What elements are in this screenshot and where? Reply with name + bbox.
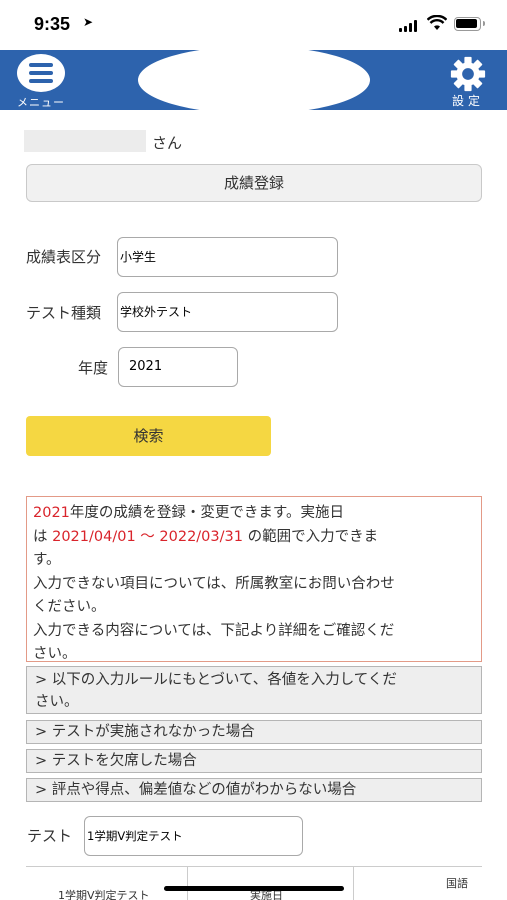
wifi-icon xyxy=(427,15,447,30)
status-bar: 9:35 ➤ xyxy=(0,0,507,48)
table-col-subject: 国語 xyxy=(353,867,482,900)
page-title: 成績登録 xyxy=(26,164,482,202)
menu-button[interactable]: メニュー xyxy=(12,54,70,110)
notice-line: 入力できる内容については、下記より詳細をご確認くだ xyxy=(33,622,395,639)
notice-line: す。 xyxy=(33,552,61,568)
table-row-header: 1学期V判定テスト xyxy=(58,889,150,900)
test-select[interactable]: 1学期V判定テスト xyxy=(84,816,303,856)
user-suffix: さん xyxy=(152,134,183,152)
notice-box: 2021年度の成績を登録・変更できます。実施日 は 2021/04/01 〜 2… xyxy=(26,496,482,662)
year-input[interactable]: 2021 xyxy=(118,347,238,387)
settings-label: 設定 xyxy=(451,94,484,108)
notice-date-range: 2021/04/01 〜 2022/03/31 xyxy=(52,528,243,545)
hamburger-menu-icon xyxy=(17,54,65,92)
category-select[interactable]: 小学生 xyxy=(117,237,338,277)
accordion-input-rules[interactable]: > 以下の入力ルールにもとづいて、各値を入力してくだ さい。 xyxy=(26,666,482,714)
notice-line: 入力できない項目については、所属教室にお問い合わせ xyxy=(33,575,395,592)
test-type-select[interactable]: 学校外テスト xyxy=(117,292,338,332)
test-type-label: テスト種類 xyxy=(26,304,102,322)
notice-line: は 2021/04/01 〜 2022/03/31 の範囲で入力できま xyxy=(33,528,379,545)
notice-line: ください。 xyxy=(33,599,106,615)
battery-icon xyxy=(454,17,485,31)
search-button[interactable]: 検索 xyxy=(26,416,271,456)
gear-icon xyxy=(450,56,486,92)
category-label: 成績表区分 xyxy=(26,248,102,266)
notice-line: 2021年度の成績を登録・変更できます。実施日 xyxy=(33,505,344,521)
test-label: テスト xyxy=(27,827,73,845)
accordion-unknown-values[interactable]: > 評点や得点、偏差値などの値がわからない場合 xyxy=(26,778,482,802)
menu-label: メニュー xyxy=(17,96,65,109)
notice-line: さい。 xyxy=(33,646,77,662)
logo-area xyxy=(138,46,370,114)
notice-year: 2021 xyxy=(33,505,70,521)
location-arrow-icon: ➤ xyxy=(83,15,94,29)
settings-button[interactable]: 設定 xyxy=(445,56,491,110)
results-table: 1学期V判定テスト 実施日 国語 xyxy=(26,866,482,900)
home-indicator xyxy=(164,886,344,891)
year-label: 年度 xyxy=(78,359,109,377)
accordion-absent[interactable]: > テストを欠席した場合 xyxy=(26,749,482,773)
cellular-signal-icon xyxy=(399,20,419,32)
status-time: 9:35 xyxy=(34,14,71,34)
accordion-not-held[interactable]: > テストが実施されなかった場合 xyxy=(26,720,482,744)
table-col-date: 実施日 xyxy=(187,867,353,900)
user-name-redacted xyxy=(24,130,146,152)
